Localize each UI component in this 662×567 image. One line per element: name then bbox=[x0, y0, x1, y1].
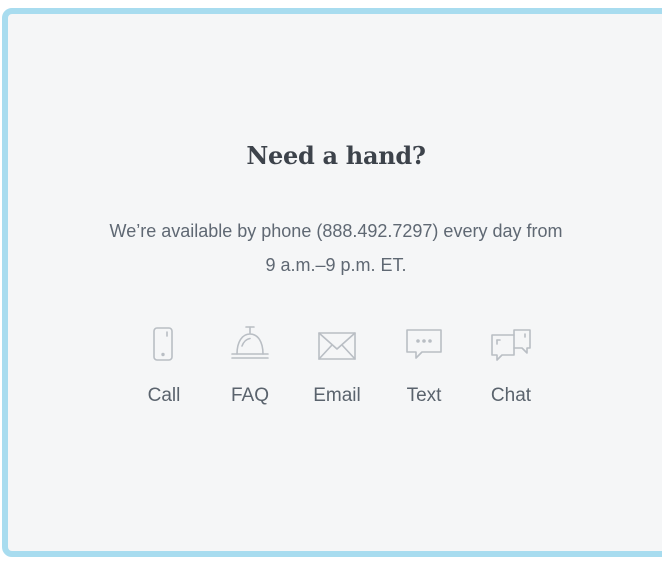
phone-icon bbox=[153, 327, 173, 361]
contact-option-label: Text bbox=[406, 385, 442, 406]
contact-option-email[interactable]: Email bbox=[297, 325, 377, 415]
contact-options: Call FAQ Email Text Chat bbox=[0, 325, 662, 415]
contact-option-text[interactable]: Text bbox=[384, 325, 464, 415]
help-title: Need a hand? bbox=[246, 141, 426, 170]
service-bell-icon bbox=[231, 326, 269, 359]
chat-bubbles-icon bbox=[491, 329, 531, 361]
help-description-line-1: We’re available by phone (888.492.7297) … bbox=[109, 221, 563, 241]
contact-option-label: Call bbox=[147, 385, 181, 406]
page: Need a hand? We’re available by phone (8… bbox=[0, 0, 662, 567]
help-description-line-2: 9 a.m.–9 p.m. ET. bbox=[265, 255, 407, 275]
contact-option-label: FAQ bbox=[230, 385, 269, 406]
help-description: We’re available by phone (888.492.7297) … bbox=[0, 214, 662, 282]
contact-option-label: Chat bbox=[490, 385, 532, 406]
help-card bbox=[2, 8, 662, 557]
contact-option-faq[interactable]: FAQ bbox=[210, 325, 290, 415]
envelope-icon bbox=[318, 332, 356, 360]
contact-option-label: Email bbox=[313, 385, 361, 406]
contact-option-call[interactable]: Call bbox=[124, 325, 204, 415]
text-bubble-icon bbox=[406, 329, 442, 359]
contact-option-chat[interactable]: Chat bbox=[471, 325, 551, 415]
